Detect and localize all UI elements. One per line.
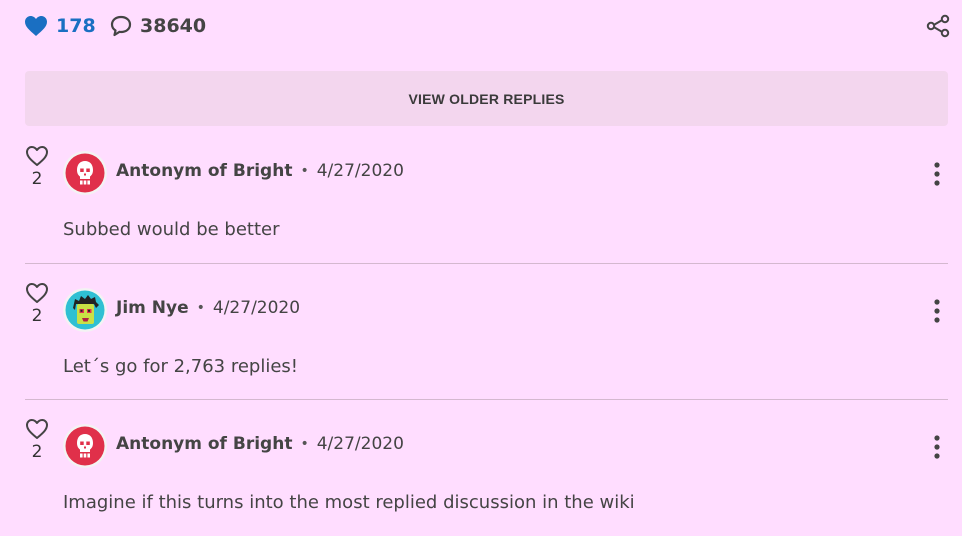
likes-count: 178: [56, 15, 96, 37]
reply-text: Subbed would be better: [63, 219, 280, 240]
speech-bubble-icon: [110, 15, 132, 37]
reply-meta: Antonym of Bright • 4/27/2020: [116, 434, 404, 454]
face-avatar[interactable]: [63, 288, 107, 332]
reply-meta: Jim Nye • 4/27/2020: [116, 298, 300, 318]
skull-avatar[interactable]: [63, 424, 107, 468]
reply-like-control: 2: [25, 282, 49, 326]
meta-separator: •: [196, 300, 205, 316]
heart-outline-icon[interactable]: [25, 282, 49, 304]
skull-avatar[interactable]: [63, 151, 107, 195]
more-vertical-icon: [934, 162, 940, 186]
reply-like-count: 2: [31, 306, 43, 326]
comments-count: 38640: [140, 15, 207, 37]
more-options-button[interactable]: [932, 432, 942, 462]
reply-date: 4/27/2020: [212, 298, 301, 318]
reply-author[interactable]: Jim Nye: [116, 298, 189, 318]
likes-stat[interactable]: 178: [24, 12, 96, 40]
reply-item: 2 Antonym of Bright • 4/27/2020 Subbed w…: [25, 127, 948, 263]
comments-stat: 38640: [110, 12, 206, 40]
reply-like-control: 2: [25, 418, 49, 462]
view-older-replies-button[interactable]: VIEW OLDER REPLIES: [25, 71, 948, 126]
more-options-button[interactable]: [932, 296, 942, 326]
share-button[interactable]: [926, 14, 950, 38]
heart-filled-icon: [25, 16, 47, 36]
reply-date: 4/27/2020: [316, 434, 404, 454]
more-vertical-icon: [934, 435, 940, 459]
more-vertical-icon: [934, 299, 940, 323]
reply-text: Let´s go for 2,763 replies!: [63, 356, 299, 377]
reply-like-control: 2: [25, 145, 49, 189]
more-options-button[interactable]: [932, 159, 942, 189]
reply-item: 2 Antonym of Bright • 4/27/2020 Imagine …: [25, 399, 948, 536]
meta-separator: •: [300, 163, 309, 179]
heart-outline-icon[interactable]: [25, 418, 49, 440]
reply-date: 4/27/2020: [316, 161, 404, 181]
reply-like-count: 2: [31, 169, 43, 189]
reply-meta: Antonym of Bright • 4/27/2020: [116, 161, 404, 181]
reply-author[interactable]: Antonym of Bright: [116, 434, 292, 454]
reply-text: Imagine if this turns into the most repl…: [63, 492, 635, 513]
share-icon: [926, 14, 950, 38]
reply-author[interactable]: Antonym of Bright: [116, 161, 292, 181]
discussion-stats-bar: 178 38640: [24, 12, 950, 40]
reply-item: 2 Jim Nye • 4/27/2020 Let´s go for 2,763…: [25, 263, 948, 400]
heart-outline-icon[interactable]: [25, 145, 49, 167]
reply-like-count: 2: [31, 442, 43, 462]
meta-separator: •: [300, 436, 309, 452]
